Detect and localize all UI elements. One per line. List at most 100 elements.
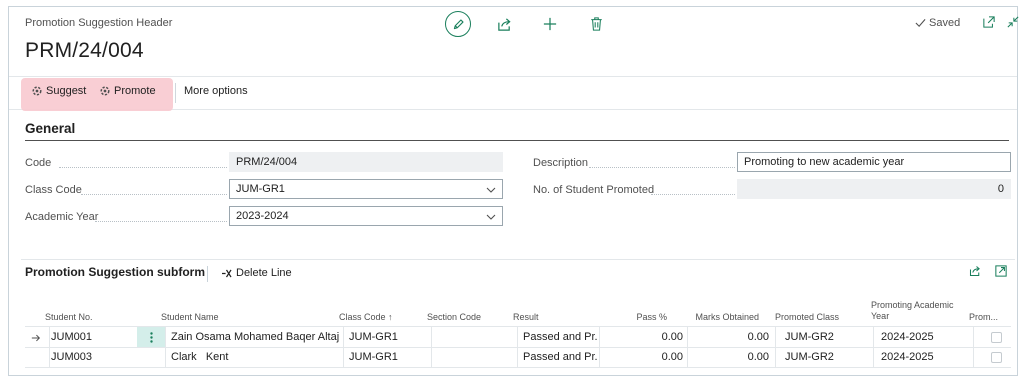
description-input[interactable]: Promoting to new academic year bbox=[737, 152, 1011, 172]
delete-line-icon bbox=[222, 269, 232, 277]
promotion-suggestion-card: Promotion Suggestion Header PRM/24/004 S… bbox=[8, 6, 1021, 376]
cell-student-name[interactable]: Clark Kent bbox=[171, 347, 339, 367]
academic-year-value: 2023-2024 bbox=[236, 210, 289, 222]
cell-section-code[interactable] bbox=[437, 347, 517, 367]
col-class-code[interactable]: Class Code ↑ bbox=[339, 312, 393, 323]
cell-divider bbox=[873, 327, 874, 347]
leader-dots bbox=[95, 221, 227, 222]
cell-marks-obtained[interactable]: 0.00 bbox=[689, 327, 769, 347]
col-section-code[interactable]: Section Code bbox=[427, 312, 481, 323]
col-pass-pct[interactable]: Pass % bbox=[589, 312, 667, 323]
general-section-title[interactable]: General bbox=[25, 121, 75, 136]
col-marks-obtained[interactable]: Marks Obtained bbox=[675, 312, 759, 323]
cell-pass-pct[interactable]: 0.00 bbox=[601, 327, 683, 347]
cell-divider bbox=[873, 347, 874, 367]
cell-student-no[interactable]: JUM001 bbox=[51, 327, 135, 347]
subform-divider bbox=[21, 259, 1015, 260]
cell-pass-pct[interactable]: 0.00 bbox=[601, 347, 683, 367]
cell-class-code[interactable]: JUM-GR1 bbox=[349, 327, 429, 347]
subform-title[interactable]: Promotion Suggestion subform bbox=[25, 265, 205, 279]
delete-icon[interactable] bbox=[583, 11, 609, 37]
expand-icon[interactable] bbox=[995, 265, 1007, 277]
share-icon[interactable] bbox=[491, 11, 517, 37]
action-divider bbox=[175, 83, 176, 103]
chevron-down-icon bbox=[486, 211, 496, 223]
gear-icon bbox=[100, 86, 110, 96]
cell-divider bbox=[165, 347, 166, 367]
cell-divider bbox=[431, 347, 432, 367]
academic-year-label: Academic Year bbox=[25, 211, 99, 223]
cell-promoted-class[interactable]: JUM-GR2 bbox=[785, 327, 871, 347]
share-icon[interactable] bbox=[969, 265, 981, 277]
table-row[interactable]: JUM003 Clark Kent JUM-GR1 Passed and Pr.… bbox=[25, 347, 1011, 368]
gear-icon bbox=[32, 86, 42, 96]
cell-divider bbox=[973, 347, 974, 367]
cell-divider bbox=[517, 327, 518, 347]
top-toolbar bbox=[445, 9, 629, 39]
delete-line-button[interactable]: Delete Line bbox=[221, 267, 292, 279]
subform-icons bbox=[969, 265, 1021, 277]
promote-label: Promote bbox=[114, 85, 156, 97]
academic-year-select[interactable]: 2023-2024 bbox=[229, 206, 503, 226]
chevron-down-icon bbox=[486, 184, 496, 196]
suggest-label: Suggest bbox=[46, 85, 87, 97]
col-promoting-academic-year[interactable]: Promoting Academic Year bbox=[871, 300, 961, 322]
edit-icon[interactable] bbox=[445, 11, 471, 37]
collapse-icon[interactable] bbox=[1007, 16, 1019, 28]
subform-divider-v bbox=[207, 266, 208, 282]
promote-checkbox[interactable] bbox=[991, 332, 1002, 343]
cell-student-name[interactable]: Zain Osama Mohamed Baqer Altajer bbox=[171, 327, 339, 347]
delete-line-label: Delete Line bbox=[236, 267, 292, 279]
leader-dots bbox=[81, 194, 227, 195]
open-new-window-icon[interactable] bbox=[983, 16, 995, 28]
suggest-button[interactable]: Suggest bbox=[31, 85, 86, 97]
cell-divider bbox=[517, 347, 518, 367]
promoted-count-label: No. of Student Promoted bbox=[533, 184, 655, 196]
leader-dots bbox=[59, 167, 227, 168]
plus-icon[interactable] bbox=[537, 11, 563, 37]
cell-result[interactable]: Passed and Pr... bbox=[523, 327, 597, 347]
class-code-select[interactable]: JUM-GR1 bbox=[229, 179, 503, 199]
leader-dots bbox=[589, 167, 735, 168]
saved-status: Saved bbox=[915, 17, 960, 29]
cell-divider bbox=[599, 327, 600, 347]
col-prom[interactable]: Prom... bbox=[969, 312, 998, 323]
cell-divider bbox=[687, 327, 688, 347]
code-label: Code bbox=[25, 157, 52, 169]
row-actions-icon[interactable] bbox=[137, 327, 165, 347]
cell-divider bbox=[687, 347, 688, 367]
cell-divider bbox=[775, 347, 776, 367]
cell-divider bbox=[599, 347, 600, 367]
action-bar: Suggest Promote More options bbox=[9, 76, 1017, 111]
section-divider bbox=[25, 140, 1009, 141]
col-student-name[interactable]: Student Name bbox=[161, 312, 219, 323]
cell-section-code[interactable] bbox=[437, 327, 517, 347]
description-label: Description bbox=[533, 157, 589, 169]
col-result[interactable]: Result bbox=[513, 312, 539, 323]
cell-divider bbox=[49, 327, 50, 347]
cell-divider bbox=[343, 347, 344, 367]
cell-marks-obtained[interactable]: 0.00 bbox=[689, 347, 769, 367]
cell-student-no[interactable]: JUM003 bbox=[51, 347, 135, 367]
cell-result[interactable]: Passed and Pr... bbox=[523, 347, 597, 367]
cell-divider bbox=[49, 347, 50, 367]
cell-divider bbox=[775, 327, 776, 347]
table-row[interactable]: JUM001 Zain Osama Mohamed Baqer Altajer … bbox=[25, 326, 1011, 348]
more-options-button[interactable]: More options bbox=[184, 85, 248, 97]
col-student-no[interactable]: Student No. bbox=[45, 312, 93, 323]
window-controls bbox=[983, 16, 1024, 28]
promote-checkbox[interactable] bbox=[991, 352, 1002, 363]
cell-promoting-year[interactable]: 2024-2025 bbox=[881, 347, 971, 367]
col-promoted-class[interactable]: Promoted Class bbox=[775, 312, 839, 323]
leader-dots bbox=[651, 194, 735, 195]
promote-button[interactable]: Promote bbox=[99, 85, 156, 97]
saved-label: Saved bbox=[929, 17, 961, 29]
code-field: PRM/24/004 bbox=[229, 152, 503, 172]
checkmark-icon bbox=[915, 18, 926, 28]
class-code-value: JUM-GR1 bbox=[236, 183, 285, 195]
cell-class-code[interactable]: JUM-GR1 bbox=[349, 347, 429, 367]
cell-promoting-year[interactable]: 2024-2025 bbox=[881, 327, 971, 347]
cell-divider bbox=[431, 327, 432, 347]
cell-divider bbox=[973, 327, 974, 347]
cell-promoted-class[interactable]: JUM-GR2 bbox=[785, 347, 871, 367]
